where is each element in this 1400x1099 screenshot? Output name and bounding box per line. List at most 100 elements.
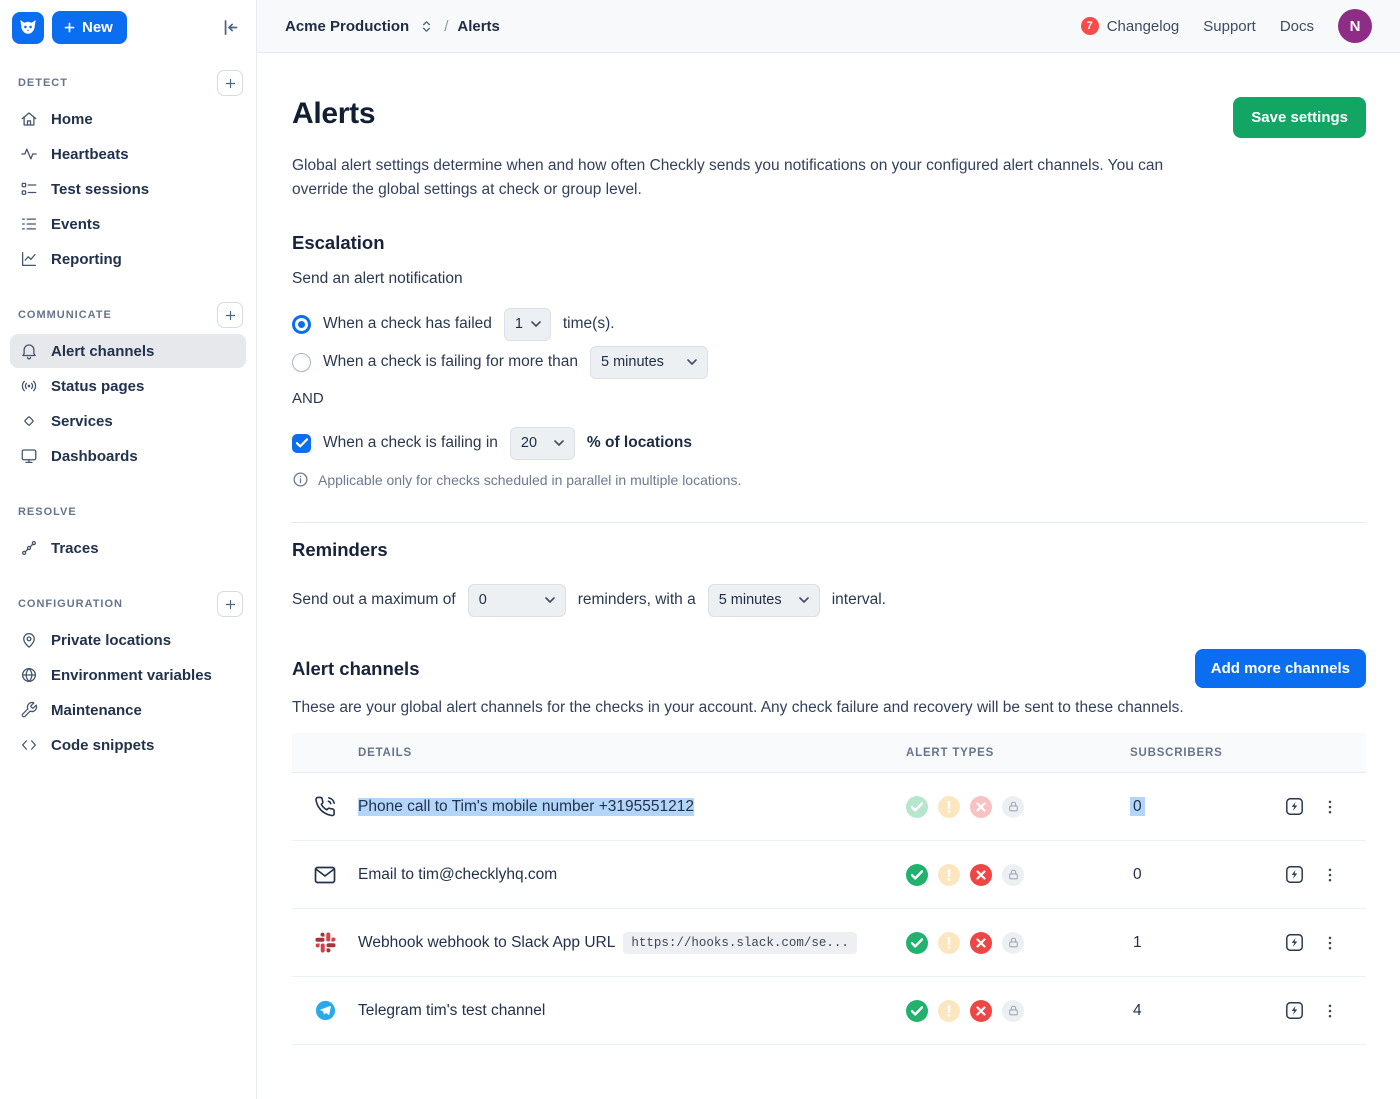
parallel-note-text: Applicable only for checks scheduled in … — [318, 472, 741, 488]
reminders-lead: Send out a maximum of — [292, 591, 456, 609]
bell-icon — [20, 342, 38, 360]
table-row: Telegram tim's test channel 4 — [292, 977, 1366, 1045]
degraded-alert-icon — [938, 864, 960, 886]
degraded-alert-icon — [938, 796, 960, 818]
sidebar-item-label: Reporting — [51, 251, 122, 268]
avatar[interactable]: N — [1338, 9, 1372, 43]
sidebar-item-services[interactable]: Services — [10, 404, 246, 438]
app-window: New DETECT Home Heartbeats — [0, 0, 1400, 1099]
reminders-max-select[interactable]: 0 — [468, 584, 566, 617]
detect-add-button[interactable] — [217, 70, 243, 96]
channel-detail: Telegram tim's test channel — [358, 1002, 545, 1020]
row-menu-button[interactable] — [1318, 931, 1342, 955]
failure-alert-icon — [970, 1000, 992, 1022]
sidebar-item-label: Home — [51, 111, 93, 128]
code-icon — [20, 736, 38, 754]
failing-duration-select[interactable]: 5 minutes — [590, 346, 708, 379]
sidebar-item-status-pages[interactable]: Status pages — [10, 369, 246, 403]
sidebar-item-test-sessions[interactable]: Test sessions — [10, 172, 246, 206]
chevron-down-icon — [545, 597, 555, 603]
sidebar-item-code-snippets[interactable]: Code snippets — [10, 728, 246, 762]
sidebar-section-detect: DETECT Home Heartbeats Test sessions Eve… — [10, 71, 246, 276]
channel-detail: Email to tim@checklyhq.com — [358, 866, 557, 884]
sidebar-item-label: Private locations — [51, 632, 171, 649]
ssl-lock-icon — [1002, 864, 1024, 886]
services-icon — [20, 412, 38, 430]
alert-channels-description: These are your global alert channels for… — [292, 696, 1202, 719]
breadcrumb-separator: / — [444, 18, 448, 35]
sidebar-item-label: Test sessions — [51, 181, 149, 198]
sidebar-item-label: Events — [51, 216, 100, 233]
failed-times-select[interactable]: 1 — [504, 308, 551, 341]
chevron-down-icon — [531, 321, 541, 327]
failed-option-label: When a check has failed — [323, 315, 492, 333]
breadcrumb: Acme Production / Alerts — [285, 17, 500, 36]
send-test-alert-button[interactable] — [1281, 929, 1308, 956]
add-more-channels-button[interactable]: Add more channels — [1195, 649, 1366, 688]
row-menu-button[interactable] — [1318, 863, 1342, 887]
send-test-alert-icon — [1284, 864, 1305, 885]
project-name[interactable]: Acme Production — [285, 18, 409, 35]
alert-channels-table: DETAILS ALERT TYPES SUBSCRIBERS Phone ca… — [292, 733, 1366, 1045]
new-button[interactable]: New — [52, 11, 127, 44]
slack-icon — [314, 931, 337, 954]
communicate-add-button[interactable] — [217, 302, 243, 328]
sidebar-item-maintenance[interactable]: Maintenance — [10, 693, 246, 727]
escalation-failed-option: When a check has failed 1 time(s). — [292, 308, 1366, 340]
failure-alert-icon — [970, 864, 992, 886]
monitor-icon — [20, 447, 38, 465]
send-test-alert-icon — [1284, 932, 1305, 953]
changelog-link[interactable]: 7 Changelog — [1081, 17, 1180, 35]
degraded-alert-icon — [938, 932, 960, 954]
support-link[interactable]: Support — [1203, 18, 1256, 35]
sidebar-item-alert-channels[interactable]: Alert channels — [10, 334, 246, 368]
failed-radio[interactable] — [292, 315, 311, 334]
reminders-mid: reminders, with a — [578, 591, 696, 609]
project-switcher-button[interactable] — [418, 17, 435, 36]
sidebar-item-heartbeats[interactable]: Heartbeats — [10, 137, 246, 171]
sidebar-item-reporting[interactable]: Reporting — [10, 242, 246, 276]
ssl-lock-icon — [1002, 1000, 1024, 1022]
configuration-add-button[interactable] — [217, 591, 243, 617]
send-test-alert-button[interactable] — [1281, 997, 1308, 1024]
sidebar-item-private-locations[interactable]: Private locations — [10, 623, 246, 657]
row-menu-button[interactable] — [1318, 999, 1342, 1023]
save-settings-button[interactable]: Save settings — [1233, 97, 1366, 138]
sidebar-item-dashboards[interactable]: Dashboards — [10, 439, 246, 473]
escalation-heading: Escalation — [292, 232, 1366, 254]
sidebar-item-label: Maintenance — [51, 702, 142, 719]
subscriber-count: 1 — [1130, 933, 1145, 952]
plus-icon — [224, 77, 237, 90]
sidebar-item-home[interactable]: Home — [10, 102, 246, 136]
reminders-interval-select[interactable]: 5 minutes — [708, 584, 820, 617]
row-menu-button[interactable] — [1318, 795, 1342, 819]
recovery-alert-icon — [906, 796, 928, 818]
failing-radio[interactable] — [292, 353, 311, 372]
locations-option-suffix: % of locations — [587, 434, 692, 452]
locations-percent-select[interactable]: 20 — [510, 427, 575, 460]
chevrons-up-down-icon — [419, 18, 434, 35]
sidebar-section-communicate: COMMUNICATE Alert channels Status pages … — [10, 303, 246, 473]
docs-link[interactable]: Docs — [1280, 18, 1314, 35]
send-test-alert-button[interactable] — [1281, 861, 1308, 888]
test-sessions-icon — [20, 180, 38, 198]
telegram-icon — [314, 999, 337, 1022]
sidebar-item-events[interactable]: Events — [10, 207, 246, 241]
sidebar-item-traces[interactable]: Traces — [10, 531, 246, 565]
sidebar-item-environment-variables[interactable]: Environment variables — [10, 658, 246, 692]
broadcast-icon — [20, 377, 38, 395]
column-header-alert-types: ALERT TYPES — [906, 747, 1130, 759]
collapse-sidebar-button[interactable] — [215, 13, 244, 42]
reminders-heading: Reminders — [292, 539, 1366, 561]
table-header-row: DETAILS ALERT TYPES SUBSCRIBERS — [292, 733, 1366, 773]
failure-alert-icon — [970, 796, 992, 818]
section-label-configuration: CONFIGURATION — [18, 598, 123, 610]
send-test-alert-button[interactable] — [1281, 793, 1308, 820]
reminders-max-value: 0 — [479, 592, 487, 608]
email-icon — [313, 863, 337, 887]
check-icon — [296, 438, 308, 448]
locations-checkbox[interactable] — [292, 434, 311, 453]
failing-option-label: When a check is failing for more than — [323, 353, 578, 371]
column-header-details: DETAILS — [358, 747, 906, 759]
checkly-logo[interactable] — [12, 12, 44, 44]
